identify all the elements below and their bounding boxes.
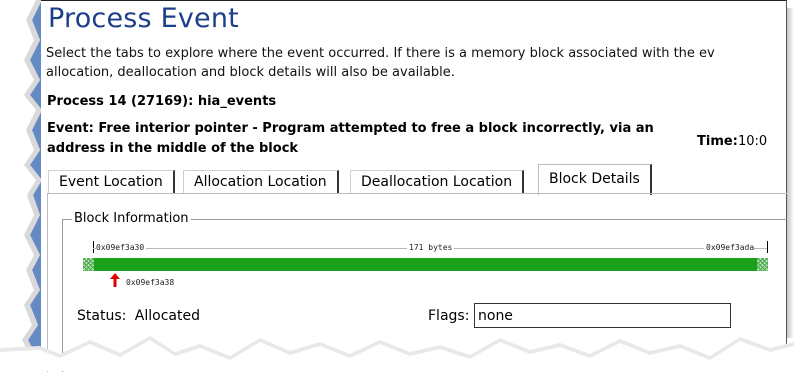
block-information-title: Block Information bbox=[72, 211, 191, 226]
time-value: 10:0 bbox=[738, 134, 768, 149]
page-title: Process Event bbox=[48, 3, 239, 34]
description-line-2: allocation, deallocation and block detai… bbox=[46, 65, 455, 80]
tab-event-location[interactable]: Event Location bbox=[48, 170, 175, 194]
process-event-panel: Process Event Select the tabs to explore… bbox=[41, 0, 787, 372]
block-end-tick bbox=[767, 241, 768, 253]
tab-allocation-location[interactable]: Allocation Location bbox=[183, 170, 339, 194]
torn-bottom-edge bbox=[0, 336, 794, 371]
event-description: Event: Free interior pointer - Program a… bbox=[47, 121, 654, 156]
allocated-block-fill bbox=[94, 258, 757, 271]
description: Select the tabs to explore where the eve… bbox=[46, 44, 786, 82]
block-size-label: 171 bytes bbox=[407, 243, 455, 252]
frame-shadow bbox=[786, 8, 794, 338]
tab-bar: Event Location Allocation Location Deall… bbox=[41, 164, 787, 195]
description-line-1: Select the tabs to explore where the eve… bbox=[46, 46, 715, 61]
block-guard-left bbox=[83, 258, 94, 271]
tab-content-divider bbox=[47, 193, 787, 194]
block-start-address: 0x09ef3a30 bbox=[96, 243, 147, 252]
memory-block-bar bbox=[83, 258, 768, 271]
tab-block-details[interactable]: Block Details bbox=[538, 164, 652, 195]
tab-deallocation-location[interactable]: Deallocation Location bbox=[350, 170, 525, 194]
pointer-arrow-icon bbox=[110, 273, 120, 287]
block-end-address: 0x09ef3ada bbox=[704, 243, 755, 252]
block-start-tick bbox=[93, 241, 94, 253]
process-label: Process 14 (27169): hia_events bbox=[47, 94, 277, 109]
pointer-address: 0x09ef3a38 bbox=[126, 278, 175, 287]
torn-left-edge bbox=[22, 0, 44, 371]
block-guard-right bbox=[757, 258, 768, 271]
time-label: Time: bbox=[697, 134, 738, 149]
